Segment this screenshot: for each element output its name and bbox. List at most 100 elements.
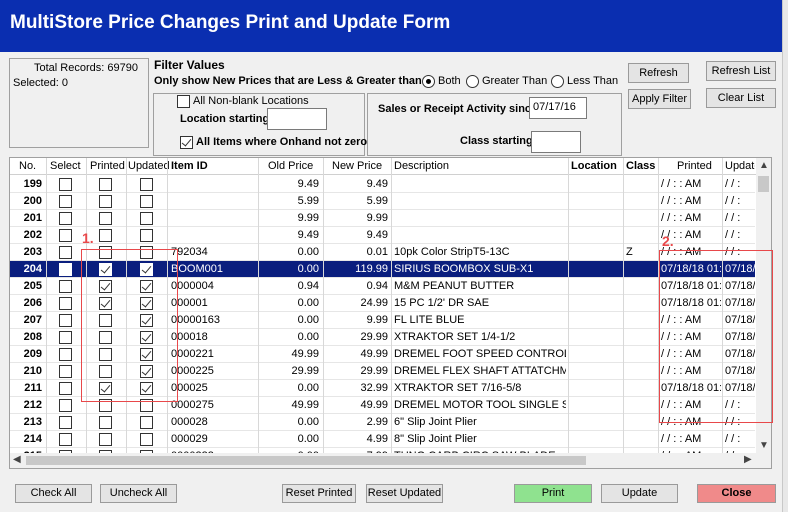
- horizontal-scrollbar[interactable]: ◀ ▶: [10, 453, 771, 468]
- print-button[interactable]: Print: [514, 484, 592, 503]
- annotation-box-1: [81, 249, 178, 402]
- table-row[interactable]: 213 000028 0.00 2.99 6" Slip Joint Plier / / …: [10, 414, 755, 431]
- reset-updated-button[interactable]: Reset Updated: [366, 484, 443, 503]
- select-checkbox[interactable]: [59, 365, 72, 378]
- horizontal-scroll-thumb[interactable]: [26, 456, 586, 465]
- updated-checkbox[interactable]: [140, 416, 153, 429]
- reset-printed-button[interactable]: Reset Printed: [282, 484, 356, 503]
- cell-location: [571, 297, 621, 311]
- select-checkbox[interactable]: [59, 263, 72, 276]
- radio-both[interactable]: [422, 75, 435, 88]
- vertical-scroll-thumb[interactable]: [758, 176, 769, 192]
- refresh-button[interactable]: Refresh: [628, 63, 689, 83]
- cell-old-price: 0.00: [297, 416, 319, 428]
- all-nonblank-locations-checkbox[interactable]: [177, 95, 190, 108]
- select-checkbox[interactable]: [59, 246, 72, 259]
- radio-less-label: Less Than: [567, 75, 619, 87]
- cell-printed-date: / / : : AM: [661, 178, 702, 190]
- select-checkbox[interactable]: [59, 399, 72, 412]
- select-checkbox[interactable]: [59, 416, 72, 429]
- uncheck-all-button[interactable]: Uncheck All: [100, 484, 177, 503]
- select-checkbox[interactable]: [59, 433, 72, 446]
- col-header-no[interactable]: No.: [19, 160, 36, 172]
- scroll-up-icon[interactable]: ▲: [759, 160, 769, 171]
- cell-class: [626, 280, 656, 294]
- cell-old-price: 0.00: [297, 433, 319, 445]
- all-items-onhand-checkbox[interactable]: [180, 136, 193, 149]
- annotation-box-2: [659, 250, 773, 423]
- class-starting-input[interactable]: [531, 131, 581, 153]
- updated-checkbox[interactable]: [140, 229, 153, 242]
- cell-old-price: 9.49: [297, 229, 319, 241]
- clear-list-button[interactable]: Clear List: [706, 88, 776, 108]
- cell-no: 208: [23, 331, 42, 343]
- col-header-update-date[interactable]: Update: [725, 160, 755, 172]
- scroll-right-icon[interactable]: ▶: [744, 454, 752, 465]
- cell-class: Z: [626, 246, 633, 258]
- select-checkbox[interactable]: [59, 382, 72, 395]
- col-header-select[interactable]: Select: [50, 160, 81, 172]
- printed-checkbox[interactable]: [99, 229, 112, 242]
- select-checkbox[interactable]: [59, 280, 72, 293]
- table-row[interactable]: 202 9.49 9.49/ / : : AM / / :: [10, 227, 755, 244]
- sales-activity-label: Sales or Receipt Activity since: [378, 103, 538, 115]
- select-checkbox[interactable]: [59, 212, 72, 225]
- select-checkbox[interactable]: [59, 297, 72, 310]
- table-row[interactable]: 201 9.99 9.99 / / : : AM / / :: [10, 210, 755, 227]
- update-button[interactable]: Update: [601, 484, 678, 503]
- col-header-printed-date[interactable]: Printed: [677, 160, 712, 172]
- printed-checkbox[interactable]: [99, 416, 112, 429]
- printed-checkbox[interactable]: [99, 195, 112, 208]
- table-row[interactable]: 199 9.49 9.49 / / : : AM / / :: [10, 176, 755, 193]
- cell-description: 10pk Color StripT5-13C: [394, 246, 510, 258]
- cell-location: [571, 433, 621, 447]
- location-starting-input[interactable]: [267, 108, 327, 130]
- scroll-down-icon[interactable]: ▼: [759, 440, 769, 451]
- refresh-list-button[interactable]: Refresh List: [706, 61, 776, 81]
- col-header-printed[interactable]: Printed: [90, 160, 125, 172]
- col-divider: [391, 158, 392, 453]
- updated-checkbox[interactable]: [140, 433, 153, 446]
- col-header-location[interactable]: Location: [571, 160, 617, 172]
- col-header-description[interactable]: Description: [394, 160, 449, 172]
- updated-checkbox[interactable]: [140, 195, 153, 208]
- radio-greater-than[interactable]: [466, 75, 479, 88]
- cell-item-id: 000029: [171, 433, 208, 445]
- apply-filter-button[interactable]: Apply Filter: [628, 89, 691, 109]
- updated-checkbox[interactable]: [140, 212, 153, 225]
- col-header-new-price[interactable]: New Price: [332, 160, 382, 172]
- select-checkbox[interactable]: [59, 331, 72, 344]
- col-header-class[interactable]: Class: [626, 160, 655, 172]
- col-header-old-price[interactable]: Old Price: [268, 160, 313, 172]
- printed-checkbox[interactable]: [99, 178, 112, 191]
- cell-class: [626, 382, 656, 396]
- printed-checkbox[interactable]: [99, 433, 112, 446]
- col-header-updated[interactable]: Updated: [128, 160, 170, 172]
- select-checkbox[interactable]: [59, 195, 72, 208]
- col-divider: [323, 158, 324, 453]
- table-row[interactable]: 214 000029 0.00 4.99 8" Slip Joint Plier / / …: [10, 431, 755, 448]
- cell-update-date: / / :: [725, 178, 741, 190]
- cell-new-price: 5.99: [366, 195, 388, 207]
- select-checkbox[interactable]: [59, 229, 72, 242]
- check-all-button[interactable]: Check All: [15, 484, 92, 503]
- radio-greater-label: Greater Than: [482, 75, 548, 87]
- cell-description: 6" Slip Joint Plier: [394, 416, 477, 428]
- scroll-left-icon[interactable]: ◀: [13, 454, 21, 465]
- sales-activity-date-input[interactable]: 07/17/16: [529, 97, 587, 119]
- table-row[interactable]: 200 5.99 5.99 / / : : AM / / :: [10, 193, 755, 210]
- select-checkbox[interactable]: [59, 314, 72, 327]
- cell-update-date: / / :: [725, 195, 741, 207]
- updated-checkbox[interactable]: [140, 178, 153, 191]
- cell-new-price: 24.99: [360, 297, 388, 309]
- col-header-item-id[interactable]: Item ID: [171, 160, 208, 172]
- cell-no: 209: [23, 348, 42, 360]
- select-checkbox[interactable]: [59, 348, 72, 361]
- select-checkbox[interactable]: [59, 178, 72, 191]
- close-button[interactable]: Close: [697, 484, 776, 503]
- radio-less-than[interactable]: [551, 75, 564, 88]
- cell-item-id: 000028: [171, 416, 208, 428]
- cell-old-price: 0.00: [297, 382, 319, 394]
- annotation-label-1: 1.: [82, 230, 94, 246]
- printed-checkbox[interactable]: [99, 212, 112, 225]
